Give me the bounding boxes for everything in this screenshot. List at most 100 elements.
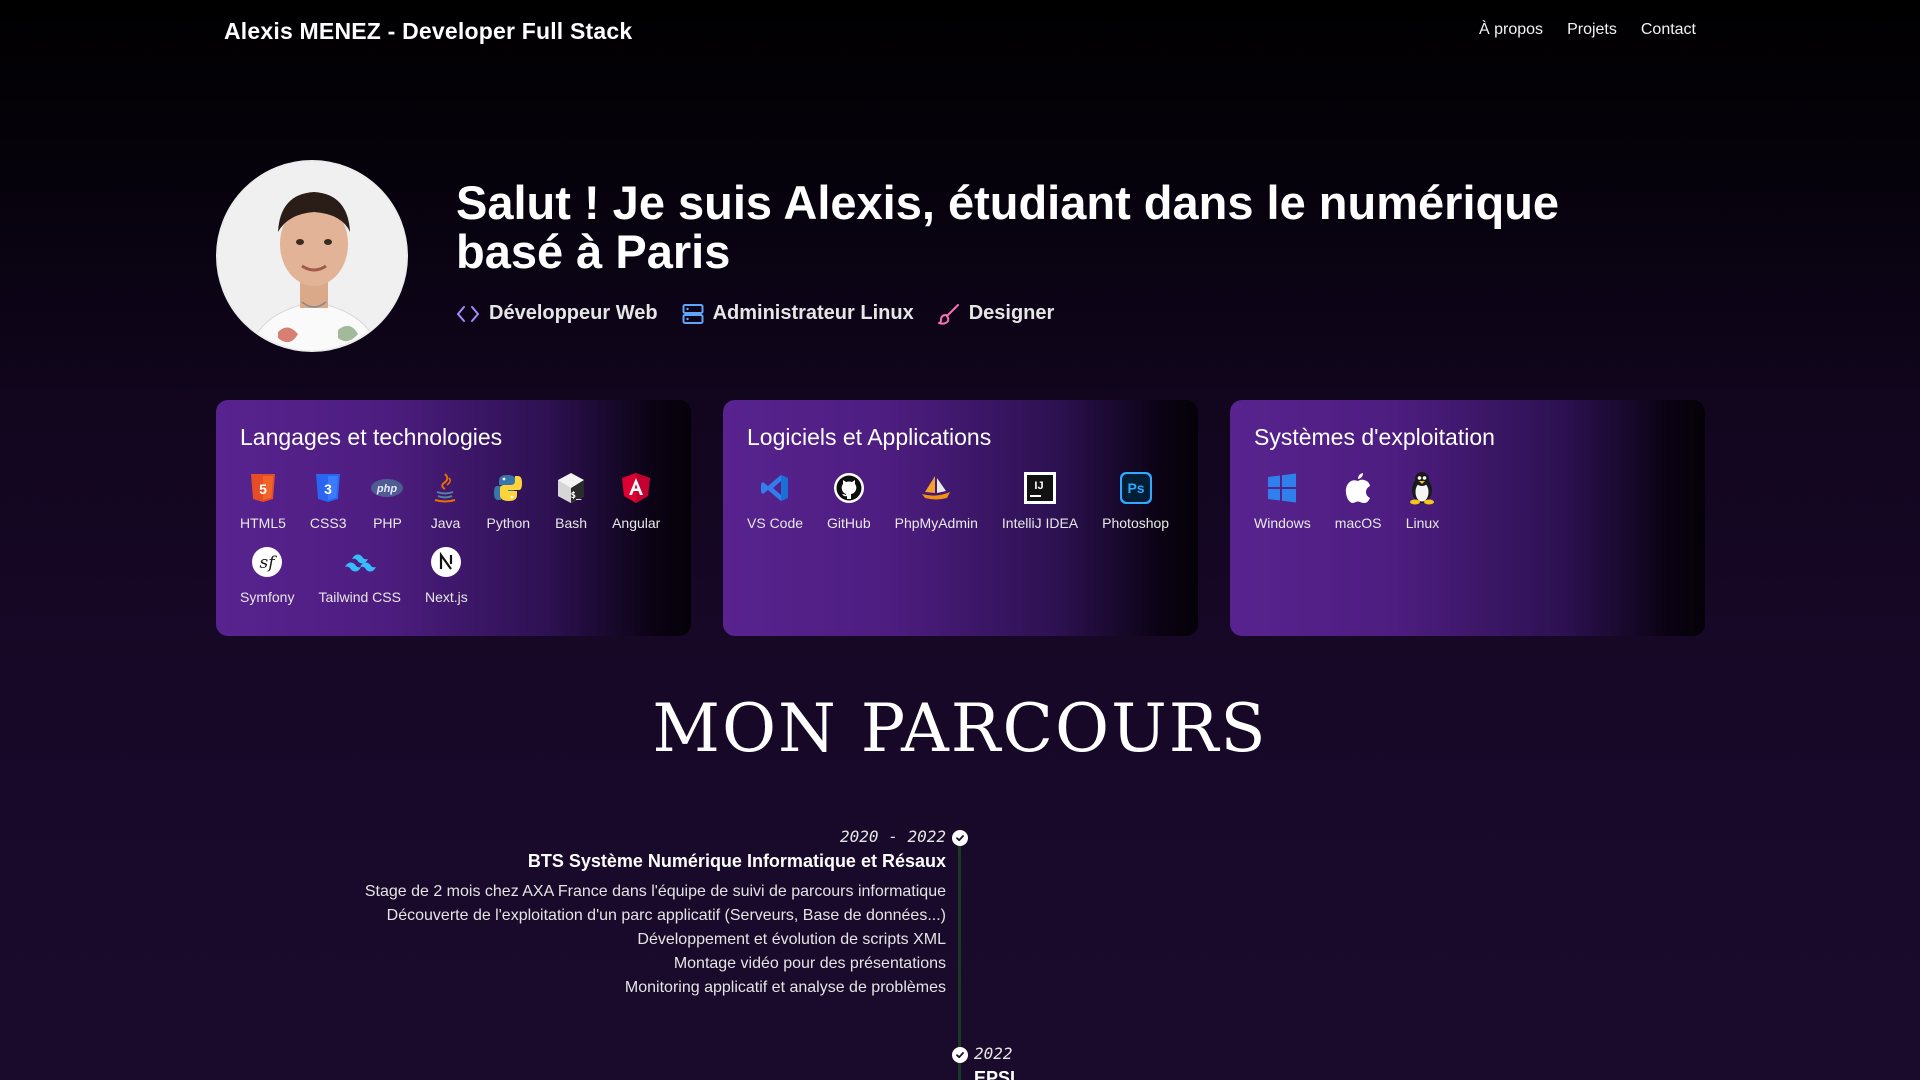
skill-label: Java (430, 515, 461, 531)
php-icon: php (370, 471, 404, 505)
role-label: Designer (968, 302, 1055, 324)
timeline-date: 2022 (974, 1044, 1013, 1063)
svg-text:IJ: IJ (1034, 480, 1043, 492)
intellij-icon: IJ (1023, 471, 1057, 505)
card-title: Langages et technologies (240, 424, 503, 450)
code-icon (457, 305, 479, 322)
skill-label: Next.js (424, 589, 468, 605)
svg-text:3: 3 (324, 481, 332, 497)
timeline-heading: EPSI (974, 1068, 1016, 1080)
skill-label: VS Code (747, 515, 804, 531)
phpmyadmin-icon (919, 471, 953, 505)
role-designer: Designer (937, 302, 1055, 325)
svg-text:$_: $_ (571, 491, 582, 501)
java-icon (428, 471, 462, 505)
brush-icon (937, 303, 959, 325)
card-items: VS Code GitHub PhpMyAdmin IJ IntelliJ ID… (747, 471, 1174, 531)
card-software: Logiciels et Applications VS Code GitHub… (723, 400, 1198, 636)
skill-html5: 5 HTML5 (240, 471, 286, 531)
skill-label: macOS (1334, 515, 1382, 531)
skill-bash: $_ Bash (554, 471, 588, 531)
skill-tailwind: Tailwind CSS (318, 545, 401, 605)
svg-text:Ps: Ps (1127, 480, 1144, 496)
skill-windows: Windows (1254, 471, 1311, 531)
skill-symfony: sf Symfony (240, 545, 294, 605)
site-brand[interactable]: Alexis MENEZ - Developer Full Stack (224, 18, 632, 45)
check-circle-icon (952, 830, 968, 846)
skill-phpmyadmin: PhpMyAdmin (895, 471, 978, 531)
skill-label: CSS3 (309, 515, 347, 531)
angular-icon (619, 471, 653, 505)
skill-photoshop: Ps Photoshop (1102, 471, 1169, 531)
skill-label: HTML5 (240, 515, 286, 531)
hero-title: Salut ! Je suis Alexis, étudiant dans le… (456, 176, 1560, 278)
skill-github: GitHub (827, 471, 871, 531)
skill-label: Angular (612, 515, 661, 531)
tailwind-icon (343, 545, 377, 579)
check-circle-icon (952, 1047, 968, 1063)
role-linux-admin: Administrateur Linux (682, 302, 914, 325)
portrait-photo (218, 162, 406, 350)
python-icon (491, 471, 525, 505)
timeline-date: 2020 - 2022 (840, 827, 946, 846)
skill-label: Bash (555, 515, 588, 531)
timeline-entry: BTS Système Numérique Informatique et Ré… (365, 851, 946, 1000)
nextjs-icon (429, 545, 463, 579)
section-title-parcours: MON PARCOURS (652, 690, 1268, 767)
navbar: Alexis MENEZ - Developer Full Stack À pr… (0, 0, 1920, 64)
skill-label: Python (486, 515, 531, 531)
skills-cards: Langages et technologies 5 HTML5 3 CSS3 … (216, 400, 1705, 636)
photoshop-icon: Ps (1119, 471, 1153, 505)
nav-link-a-propos[interactable]: À propos (1479, 21, 1543, 39)
svg-text:5: 5 (259, 481, 267, 497)
skill-linux: Linux (1405, 471, 1439, 531)
svg-text:php: php (376, 483, 397, 495)
css3-icon: 3 (311, 471, 345, 505)
card-items: Windows macOS Linux (1254, 471, 1681, 531)
timeline-heading: BTS Système Numérique Informatique et Ré… (527, 851, 946, 871)
skill-label: PHP (373, 515, 402, 531)
skill-intellij: IJ IntelliJ IDEA (1002, 471, 1078, 531)
skill-java: Java (428, 471, 462, 531)
nav-links: À propos Projets Contact (1479, 21, 1696, 39)
vscode-icon (758, 471, 792, 505)
avatar (216, 160, 408, 352)
card-title: Logiciels et Applications (747, 424, 992, 450)
timeline-detail: Stage de 2 mois chez AXA France dans l'é… (364, 883, 946, 900)
apple-icon (1341, 471, 1375, 505)
skill-label: Tailwind CSS (318, 589, 401, 605)
card-title: Systèmes d'exploitation (1254, 424, 1495, 450)
skill-label: Windows (1254, 515, 1311, 531)
skill-label: Photoshop (1102, 515, 1170, 531)
card-items: 5 HTML5 3 CSS3 php PHP Java Python $_ Ba… (240, 471, 667, 605)
server-icon (682, 303, 704, 324)
linux-icon (1405, 471, 1439, 505)
roles-list: Développeur Web Administrateur Linux Des… (456, 302, 1054, 325)
role-label: Administrateur Linux (712, 302, 914, 324)
timeline-detail: Développement et évolution de scripts XM… (637, 931, 946, 948)
timeline-line (958, 838, 961, 1080)
skill-python: Python (486, 471, 530, 531)
role-label: Développeur Web (489, 302, 658, 324)
skill-angular: Angular (612, 471, 660, 531)
symfony-icon: sf (250, 545, 284, 579)
nav-link-contact[interactable]: Contact (1641, 21, 1696, 39)
skill-macos: macOS (1334, 471, 1382, 531)
github-icon (832, 471, 866, 505)
bash-icon: $_ (554, 471, 588, 505)
skill-label: PhpMyAdmin (894, 515, 978, 531)
html5-icon: 5 (246, 471, 280, 505)
timeline-detail: Montage vidéo pour des présentations (673, 955, 946, 972)
skill-label: IntelliJ IDEA (1001, 515, 1079, 531)
skill-vscode: VS Code (747, 471, 803, 531)
timeline-detail: Monitoring applicatif et analyse de prob… (624, 979, 946, 996)
skill-css3: 3 CSS3 (309, 471, 347, 531)
card-operating-systems: Systèmes d'exploitation Windows macOS Li… (1230, 400, 1705, 636)
role-web-developer: Développeur Web (456, 302, 658, 325)
timeline-detail: Découverte de l'exploitation d'un parc a… (386, 907, 946, 924)
skill-label: Symfony (240, 589, 295, 605)
skill-nextjs: Next.js (425, 545, 468, 605)
skill-php: php PHP (370, 471, 404, 531)
windows-icon (1265, 471, 1299, 505)
nav-link-projets[interactable]: Projets (1567, 21, 1617, 39)
